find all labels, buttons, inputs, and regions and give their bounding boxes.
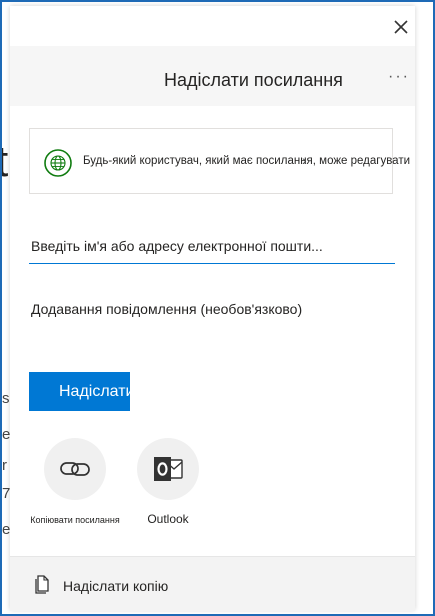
chevron-right-icon: › (302, 152, 307, 168)
dialog-header: Надіслати посилання ··· (10, 46, 415, 106)
send-copy-label: Надіслати копію (63, 578, 169, 594)
message-input[interactable] (29, 291, 395, 327)
send-link-dialog: Надіслати посилання ··· Будь-який корист… (10, 6, 415, 611)
close-button[interactable] (390, 16, 412, 38)
close-icon (394, 20, 408, 34)
dialog-title: Надіслати посилання (164, 70, 343, 90)
background-text-fragment: r (2, 457, 7, 474)
copy-link-label: Копіювати посилання (30, 515, 120, 525)
send-copy-button[interactable]: Надіслати копію (10, 556, 415, 611)
screenshot-frame: t s e r 7 e Надіслати посилання ··· (0, 0, 435, 616)
send-button[interactable]: Надіслати (29, 372, 130, 411)
link-permission-setting[interactable]: Будь-який користувач, який має посилання… (29, 128, 410, 194)
recipient-input[interactable] (29, 228, 395, 264)
globe-icon (44, 149, 72, 177)
outlook-icon (154, 457, 183, 481)
more-options-button[interactable]: ··· (388, 69, 410, 85)
copy-icon (35, 575, 49, 594)
permission-text: Будь-який користувач, який має посилання… (83, 155, 411, 167)
link-icon (60, 462, 90, 476)
copy-link-option[interactable]: Копіювати посилання (30, 438, 120, 525)
outlook-option[interactable]: Outlook (123, 438, 213, 526)
background-text-fragment: s (2, 390, 10, 407)
background-text-fragment: t (2, 140, 8, 184)
outlook-circle (137, 438, 199, 500)
copy-link-circle (44, 438, 106, 500)
outlook-label: Outlook (147, 512, 189, 526)
dialog-topbar (10, 6, 415, 46)
